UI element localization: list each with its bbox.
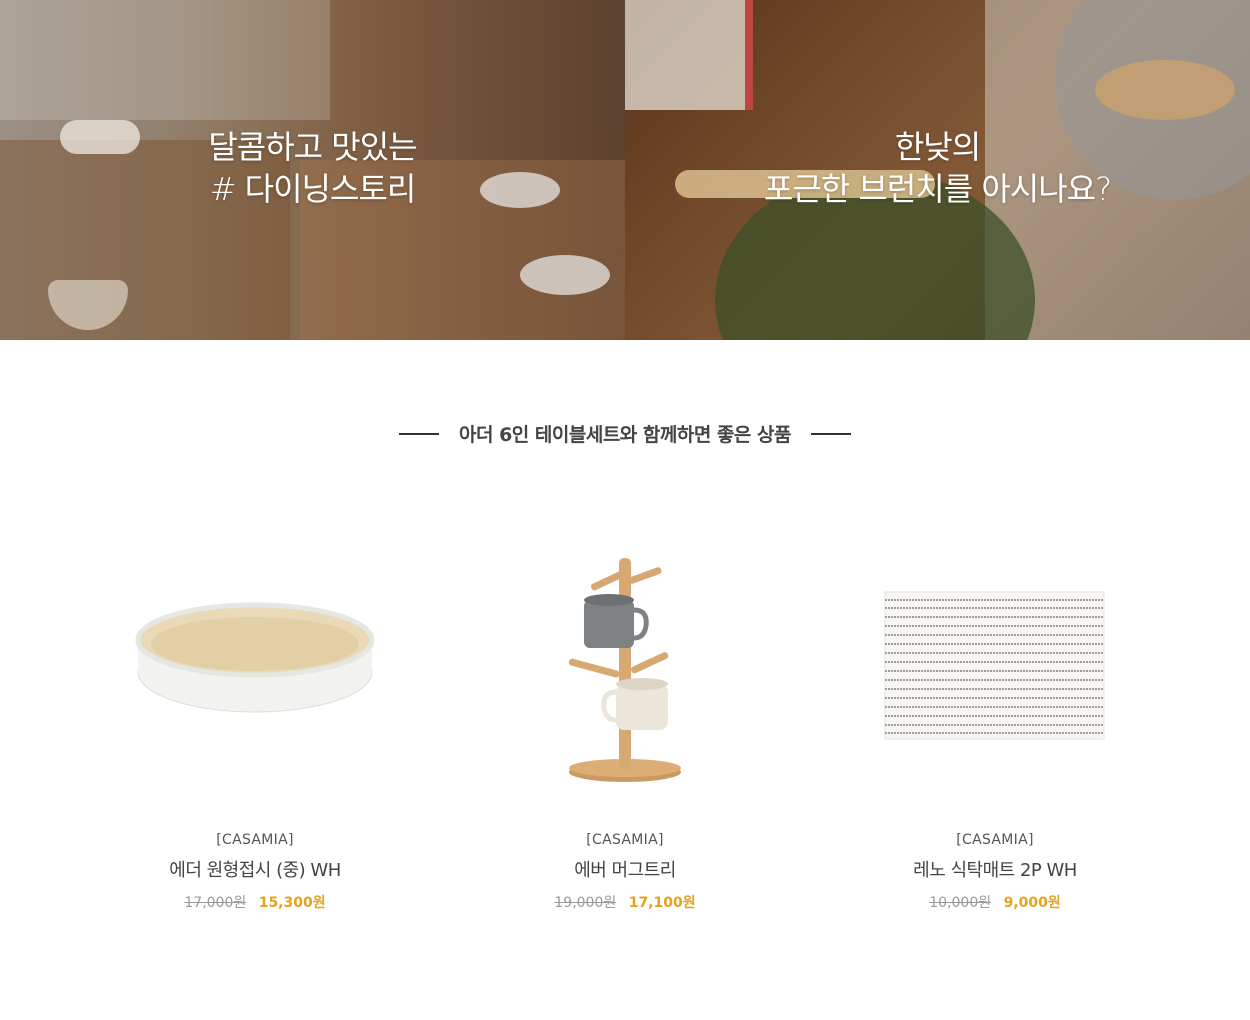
- product-card[interactable]: [CASAMIA] 레노 식탁매트 2P WH 10,000원 9,000원: [810, 520, 1180, 912]
- sale-price: 9,000원: [1003, 895, 1061, 911]
- banner-line: 포근한 브런치를 아시나요?: [763, 170, 1112, 208]
- product-list: [CASAMIA] 에더 원형접시 (중) WH 17,000원 15,300원: [70, 520, 1180, 912]
- dining-story-banner[interactable]: 달콤하고 맛있는 # 다이닝스토리: [0, 0, 625, 340]
- product-prices: 19,000원 17,100원: [440, 892, 810, 912]
- placemat-icon: [884, 591, 1105, 740]
- sale-price: 17,100원: [628, 895, 696, 911]
- product-name[interactable]: 레노 식탁매트 2P WH: [810, 856, 1180, 882]
- original-price: 17,000원: [184, 895, 247, 911]
- related-products-heading: 아더 6인 테이블세트와 함께하면 좋은 상품: [0, 420, 1250, 447]
- heading-divider-right: [810, 432, 851, 435]
- round-plate-image[interactable]: [70, 520, 440, 810]
- original-price: 19,000원: [554, 895, 617, 911]
- page: 달콤하고 맛있는 # 다이닝스토리 한낮의 포근한 브런치를 아시나요? 아더 …: [0, 0, 1250, 1020]
- mug-tree-icon: [568, 558, 681, 782]
- round-plate-icon: [135, 602, 375, 713]
- window-light-shape: [0, 0, 330, 120]
- sale-price: 15,300원: [258, 895, 326, 911]
- brunch-story-banner[interactable]: 한낮의 포근한 브런치를 아시나요?: [625, 0, 1250, 340]
- banner-line: 달콤하고 맛있는: [208, 128, 417, 166]
- product-card[interactable]: [CASAMIA] 에버 머그트리 19,000원 17,100원: [440, 520, 810, 912]
- product-brand: [CASAMIA]: [956, 832, 1034, 848]
- original-price: 10,000원: [929, 895, 992, 911]
- plate-shape: [520, 255, 610, 295]
- product-prices: 10,000원 9,000원: [810, 892, 1180, 912]
- story-banner: 달콤하고 맛있는 # 다이닝스토리 한낮의 포근한 브런치를 아시나요?: [0, 0, 1250, 340]
- brunch-story-text: 한낮의 포근한 브런치를 아시나요?: [625, 126, 1250, 210]
- heading-divider-left: [399, 432, 440, 435]
- product-card[interactable]: [CASAMIA] 에더 원형접시 (중) WH 17,000원 15,300원: [70, 520, 440, 912]
- product-brand: [CASAMIA]: [216, 832, 294, 848]
- product-name[interactable]: 에버 머그트리: [440, 856, 810, 882]
- banner-line: 한낮의: [894, 128, 981, 166]
- product-prices: 17,000원 15,300원: [70, 892, 440, 912]
- book-shape: [625, 0, 753, 110]
- product-brand: [CASAMIA]: [586, 832, 664, 848]
- section-title: 아더 6인 테이블세트와 함께하면 좋은 상품: [459, 424, 791, 446]
- dining-story-text: 달콤하고 맛있는 # 다이닝스토리: [0, 126, 625, 210]
- mug-tree-image[interactable]: [440, 520, 810, 810]
- product-name[interactable]: 에더 원형접시 (중) WH: [70, 856, 440, 882]
- banner-line: # 다이닝스토리: [209, 170, 417, 208]
- bread-shape: [1095, 60, 1235, 120]
- placemat-image[interactable]: [810, 520, 1180, 810]
